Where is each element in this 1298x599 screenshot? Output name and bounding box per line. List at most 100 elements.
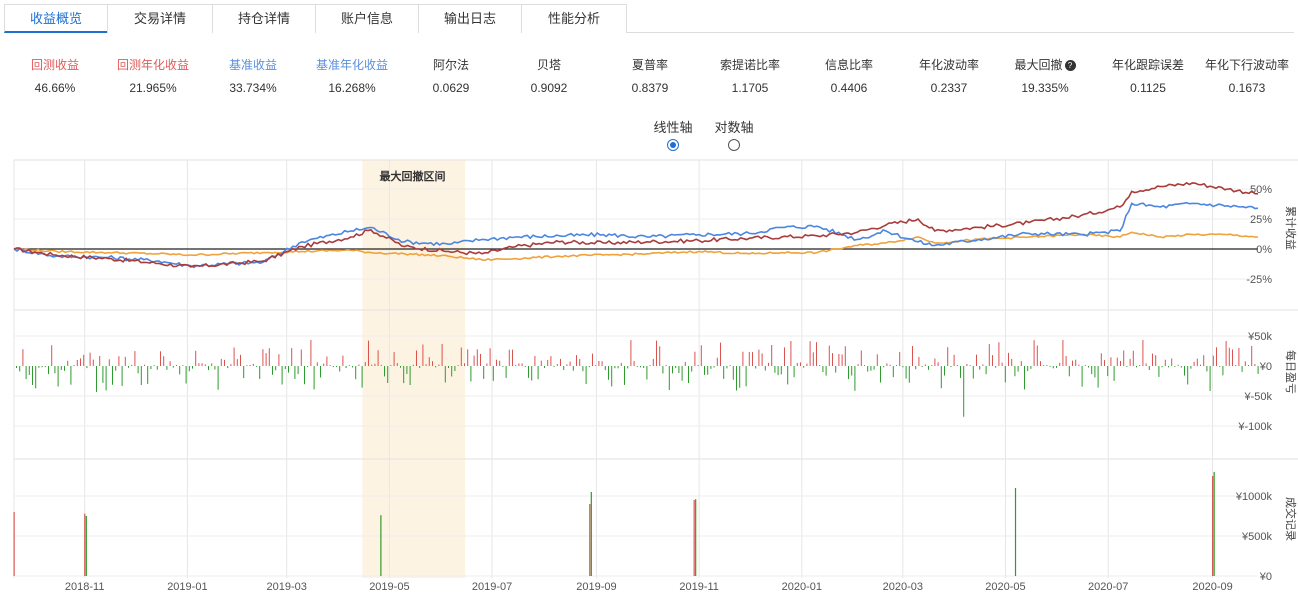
daily-pnl-bar xyxy=(796,363,798,366)
metric-11: 年化跟踪误差 0.1125 xyxy=(1093,56,1203,95)
daily-pnl-bar xyxy=(115,366,117,371)
daily-pnl-bar xyxy=(252,363,254,366)
daily-pnl-bar xyxy=(406,366,408,374)
help-icon[interactable]: ? xyxy=(1064,60,1076,71)
daily-pnl-bar xyxy=(448,366,449,368)
daily-pnl-bar xyxy=(620,362,622,366)
x-tick-label: 2020-03 xyxy=(883,581,923,593)
daily-pnl-bar xyxy=(1132,350,1134,366)
daily-pnl-bar xyxy=(483,366,485,379)
y-tick-label: ¥0 xyxy=(1259,361,1272,373)
daily-pnl-bar xyxy=(854,366,856,391)
daily-pnl-bar xyxy=(1196,358,1198,366)
daily-pnl-bar xyxy=(937,362,939,366)
daily-pnl-bar xyxy=(476,349,478,366)
daily-pnl-bar xyxy=(118,356,120,366)
daily-pnl-bar xyxy=(336,366,337,367)
daily-pnl-bar xyxy=(608,366,609,380)
tab-1[interactable]: 交易详情 xyxy=(107,4,213,33)
daily-pnl-bar xyxy=(662,366,664,374)
daily-pnl-bar xyxy=(1241,366,1243,372)
daily-pnl-bar xyxy=(912,346,913,366)
daily-pnl-bar xyxy=(1075,359,1077,366)
daily-pnl-bar xyxy=(105,366,107,391)
daily-pnl-bar xyxy=(201,363,203,366)
daily-pnl-bar xyxy=(521,363,523,366)
daily-pnl-bar xyxy=(368,340,369,366)
daily-pnl-bar xyxy=(780,366,782,375)
daily-pnl-bar xyxy=(387,366,389,383)
daily-pnl-bar xyxy=(1228,347,1230,366)
x-tick-label: 2020-01 xyxy=(782,581,822,593)
tab-2[interactable]: 持仓详情 xyxy=(212,4,316,33)
daily-pnl-bar xyxy=(1097,366,1099,388)
trade-buy-bar xyxy=(84,513,86,576)
daily-pnl-bar xyxy=(492,366,494,381)
daily-pnl-bar xyxy=(211,363,213,366)
daily-pnl-bar xyxy=(25,366,27,380)
daily-pnl-bar xyxy=(41,366,43,368)
y-tick-label: ¥-50k xyxy=(1243,391,1272,403)
metric-value: 0.1673 xyxy=(1228,81,1266,95)
daily-pnl-bar xyxy=(1020,361,1022,366)
daily-pnl-bar xyxy=(198,363,200,366)
daily-pnl-bar xyxy=(396,363,398,366)
daily-pnl-bar xyxy=(73,365,75,366)
daily-pnl-bar xyxy=(156,366,158,370)
daily-pnl-bar xyxy=(985,366,987,375)
trade-buy-bar xyxy=(589,504,591,576)
tab-3[interactable]: 账户信息 xyxy=(315,4,419,33)
log-axis-option[interactable]: 对数轴 xyxy=(704,120,764,151)
daily-pnl-bar xyxy=(249,365,251,366)
daily-pnl-bar xyxy=(851,366,853,376)
tab-0[interactable]: 收益概览 xyxy=(4,4,108,33)
daily-pnl-bar xyxy=(908,366,910,383)
daily-pnl-bar xyxy=(563,366,565,370)
daily-pnl-bar xyxy=(268,348,270,366)
linear-axis-option[interactable]: 线性轴 xyxy=(643,120,703,151)
daily-pnl-bar xyxy=(646,366,648,380)
daily-pnl-bar xyxy=(147,366,149,384)
daily-pnl-bar xyxy=(467,349,469,366)
daily-pnl-bar xyxy=(214,366,216,370)
daily-pnl-bar xyxy=(835,366,837,373)
daily-pnl-bar xyxy=(278,354,280,366)
daily-pnl-bar xyxy=(224,359,225,366)
daily-pnl-bar xyxy=(636,366,638,367)
daily-pnl-bar xyxy=(262,349,264,366)
daily-pnl-bar xyxy=(1168,366,1169,368)
daily-pnl-bar xyxy=(416,350,417,366)
y-tick-label: 25% xyxy=(1250,214,1272,226)
daily-pnl-bar xyxy=(1036,345,1038,366)
daily-pnl-bar xyxy=(32,366,33,385)
daily-pnl-bar xyxy=(1235,365,1237,366)
drawdown-annotation: 最大回撤区间 xyxy=(379,169,445,183)
daily-pnl-bar xyxy=(1081,366,1083,387)
daily-pnl-bar xyxy=(652,358,654,366)
daily-pnl-bar xyxy=(640,366,641,368)
daily-pnl-bar xyxy=(947,347,949,366)
daily-pnl-bar xyxy=(131,364,133,366)
daily-pnl-bar xyxy=(1180,366,1182,368)
daily-pnl-bar xyxy=(1065,356,1067,366)
tab-5[interactable]: 性能分析 xyxy=(521,4,627,33)
daily-pnl-bar xyxy=(227,366,229,369)
metric-label: 夏普率 xyxy=(631,58,668,72)
metric-0: 回测收益 46.66% xyxy=(0,56,110,95)
daily-pnl-bar xyxy=(1046,365,1048,366)
daily-pnl-bar xyxy=(771,345,773,366)
daily-pnl-bar xyxy=(192,366,193,369)
daily-pnl-bar xyxy=(569,361,571,366)
daily-pnl-bar xyxy=(291,348,293,366)
daily-pnl-bar xyxy=(265,353,267,366)
daily-pnl-bar xyxy=(246,365,248,366)
x-tick-label: 2020-05 xyxy=(985,581,1025,593)
metric-label: 年化波动率 xyxy=(918,58,979,72)
daily-pnl-bar xyxy=(758,349,760,366)
daily-pnl-bar xyxy=(60,366,62,370)
tab-4[interactable]: 输出日志 xyxy=(418,4,522,33)
daily-pnl-bar xyxy=(454,366,456,371)
daily-pnl-bar xyxy=(1084,365,1086,366)
metric-value: 1.1705 xyxy=(731,81,769,95)
linear-axis-label: 线性轴 xyxy=(653,120,693,135)
